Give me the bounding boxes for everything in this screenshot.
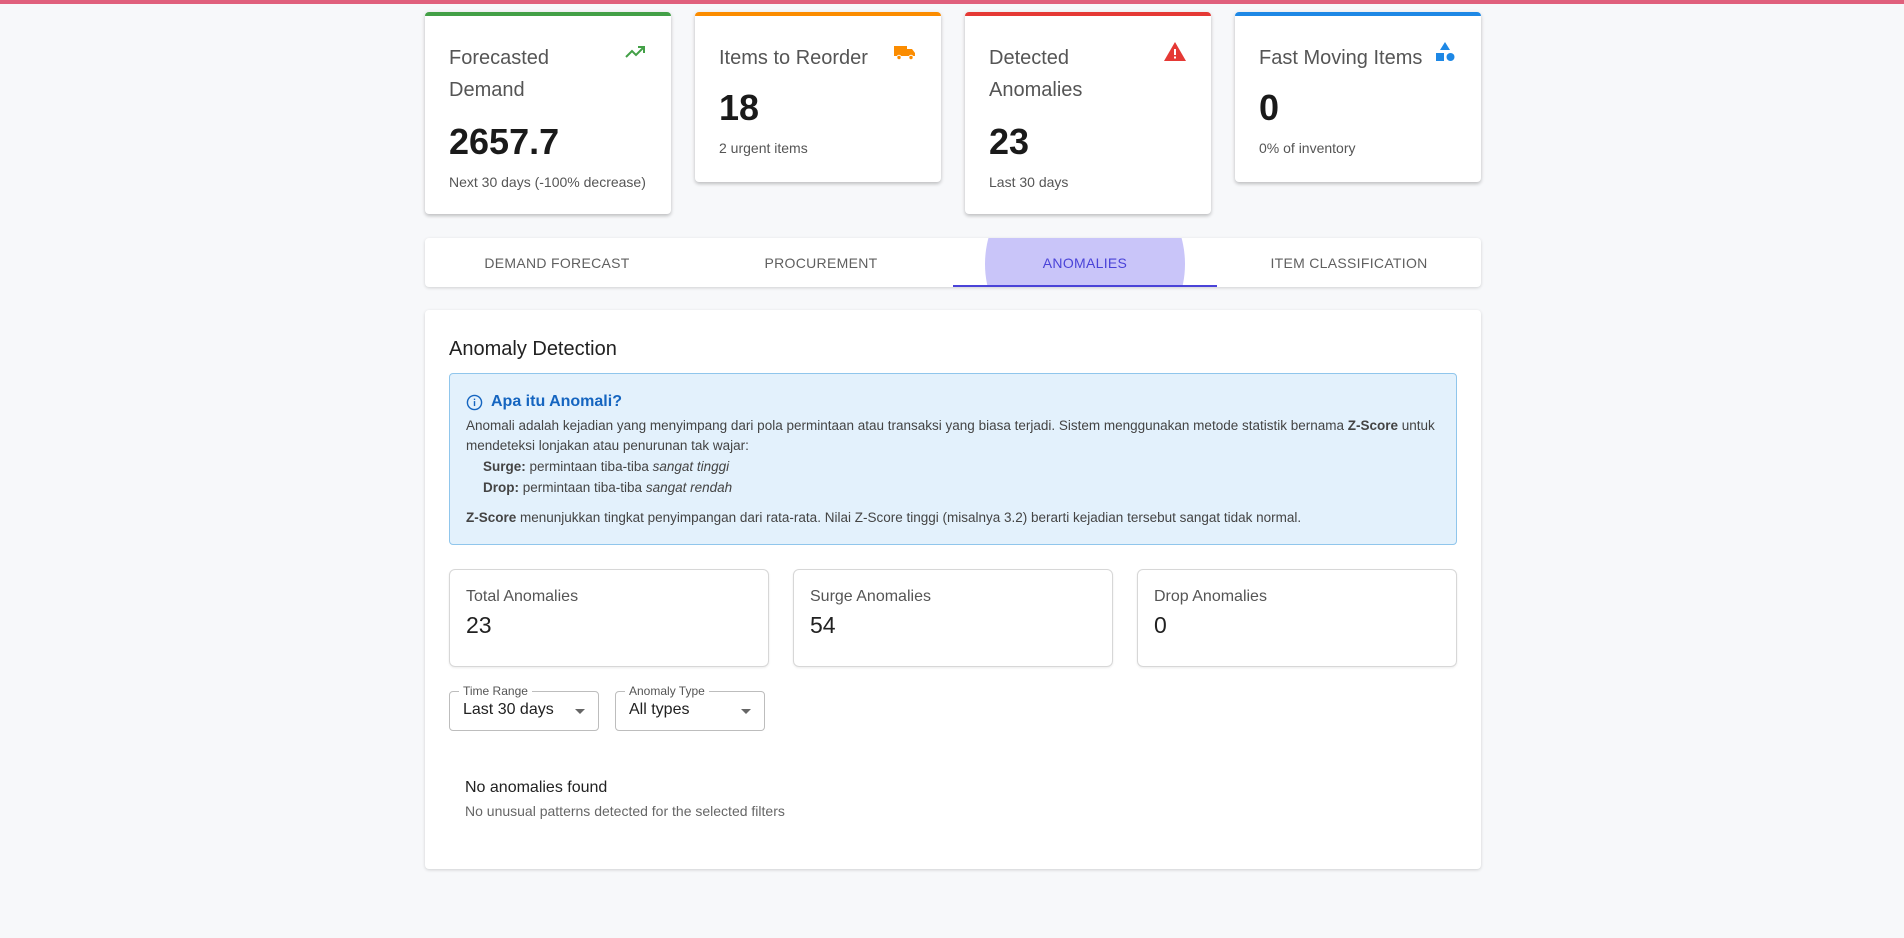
kpi-title: Detected Anomalies [989, 47, 1083, 101]
info-text: permintaan tiba-tiba [525, 459, 653, 474]
tab-anomalies[interactable]: ANOMALIES [953, 238, 1217, 287]
select-value: Last 30 days [463, 701, 554, 718]
tab-label: ANOMALIES [1042, 254, 1128, 271]
stat-value: 54 [810, 612, 836, 638]
kpi-subtext: Next 30 days (-100% decrease) [449, 174, 646, 190]
tab-procurement[interactable]: PROCUREMENT [689, 238, 953, 287]
info-heading: Apa itu Anomali? [466, 392, 1440, 412]
category-shapes-icon [1436, 42, 1455, 61]
page-title: Anomaly Detection [449, 338, 617, 360]
info-italic: sangat tinggi [652, 459, 730, 474]
info-italic: sangat rendah [645, 480, 733, 495]
info-list: Surge: permintaan tiba-tiba sangat tingg… [466, 456, 1440, 498]
info-paragraph: Anomali adalah kejadian yang menyimpang … [466, 416, 1440, 456]
kpi-card-detected-anomalies: Detected Anomalies 23 Last 30 days [965, 12, 1211, 214]
info-alert: Apa itu Anomali? Anomali adalah kejadian… [449, 373, 1457, 545]
caret-down-icon [575, 709, 585, 714]
kpi-value: 0 [1259, 87, 1280, 128]
tab-demand-forecast[interactable]: DEMAND FORECAST [425, 238, 689, 287]
stat-card-total: Total Anomalies 23 [449, 569, 769, 667]
kpi-subtext: 0% of inventory [1259, 140, 1356, 156]
info-bold: Z-Score [466, 510, 517, 525]
info-icon [466, 394, 483, 410]
kpi-value: 2657.7 [449, 121, 560, 162]
kpi-title: Items to Reorder [719, 47, 868, 69]
stat-card-drop: Drop Anomalies 0 [1137, 569, 1457, 667]
empty-subtitle: No unusual patterns detected for the sel… [465, 803, 785, 819]
stats-row: Total Anomalies 23 Surge Anomalies 54 Dr… [449, 569, 1457, 667]
top-accent-bar [0, 0, 1904, 4]
stat-label: Drop Anomalies [1154, 588, 1267, 605]
warning-icon [1164, 42, 1186, 61]
info-bold: Drop: [483, 480, 519, 495]
kpi-row: Forecasted Demand 2657.7 Next 30 days (-… [425, 12, 1481, 216]
kpi-subtext: 2 urgent items [719, 140, 808, 156]
kpi-card-fast-moving-items: Fast Moving Items 0 0% of inventory [1235, 12, 1481, 182]
info-text: Anomali adalah kejadian yang menyimpang … [466, 418, 1348, 433]
kpi-subtext: Last 30 days [989, 174, 1069, 190]
stat-label: Total Anomalies [466, 588, 579, 605]
select-label: Time Range [459, 684, 532, 698]
kpi-value: 23 [989, 121, 1030, 162]
info-footer: Z-Score menunjukkan tingkat penyimpangan… [466, 508, 1440, 528]
select-label: Anomaly Type [625, 684, 709, 698]
info-text: permintaan tiba-tiba [519, 480, 646, 495]
time-range-select[interactable]: Time Range Last 30 days [449, 684, 599, 731]
stat-value: 0 [1154, 612, 1167, 638]
anomaly-type-select[interactable]: Anomaly Type All types [615, 684, 765, 731]
empty-title: No anomalies found [465, 779, 608, 796]
caret-down-icon [741, 709, 751, 714]
stat-card-surge: Surge Anomalies 54 [793, 569, 1113, 667]
tab-label: ITEM CLASSIFICATION [1270, 254, 1428, 271]
select-value: All types [629, 701, 690, 718]
info-list-item-surge: Surge: permintaan tiba-tiba sangat tingg… [483, 456, 1440, 477]
kpi-value: 18 [719, 87, 760, 128]
kpi-title: Forecasted Demand [449, 47, 550, 101]
kpi-card-items-to-reorder: Items to Reorder 18 2 urgent items [695, 12, 941, 182]
info-heading-text: Apa itu Anomali? [491, 393, 622, 410]
tab-item-classification[interactable]: ITEM CLASSIFICATION [1217, 238, 1481, 287]
stat-label: Surge Anomalies [810, 588, 931, 605]
filters-row: Time Range Last 30 days Anomaly Type All… [449, 684, 1457, 731]
info-list-item-drop: Drop: permintaan tiba-tiba sangat rendah [483, 477, 1440, 498]
info-bold: Surge: [483, 459, 526, 474]
truck-icon [894, 46, 915, 61]
stat-value: 23 [466, 612, 492, 638]
tab-label: PROCUREMENT [764, 254, 878, 271]
trending-up-icon [625, 46, 645, 58]
empty-state: No anomalies found No unusual patterns d… [449, 779, 1457, 819]
info-text: menunjukkan tingkat penyimpangan dari ra… [516, 510, 1302, 525]
info-bold: Z-Score [1347, 418, 1399, 433]
tab-label: DEMAND FORECAST [484, 254, 630, 271]
kpi-title: Fast Moving Items [1259, 47, 1423, 69]
tab-bar: DEMAND FORECAST PROCUREMENT ANOMALIES IT… [425, 238, 1481, 287]
anomaly-panel: Anomaly Detection Apa itu Anomali? Anoma… [425, 310, 1481, 869]
kpi-card-forecasted-demand: Forecasted Demand 2657.7 Next 30 days (-… [425, 12, 671, 214]
